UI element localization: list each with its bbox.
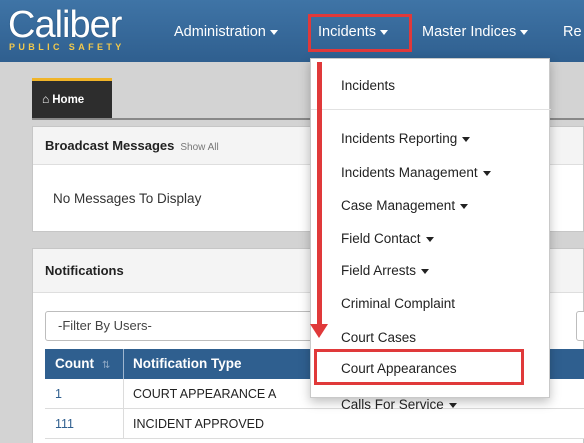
row-count[interactable]: 111 (55, 409, 74, 439)
column-count-label: Count (55, 356, 94, 371)
broadcast-title-text: Broadcast Messages (45, 138, 175, 153)
column-count[interactable]: Count ⇅ (55, 349, 110, 379)
top-navbar: Caliber PUBLIC SAFETY Administration Inc… (0, 0, 584, 62)
cell-divider (123, 379, 124, 409)
sort-icon: ⇅ (101, 360, 111, 371)
menu-item-calls-for-service[interactable]: Calls For Service (341, 393, 457, 417)
menu-item-field-contact[interactable]: Field Contact (341, 227, 434, 251)
nav-reports[interactable]: Re (563, 22, 582, 42)
column-notification-type[interactable]: Notification Type (133, 349, 242, 379)
nav-master-indices-label: Master Indices (422, 24, 517, 40)
row-notification-type: COURT APPEARANCE A (133, 387, 277, 401)
chevron-down-icon (425, 236, 434, 242)
annotation-arrow-shaft (317, 62, 322, 330)
nav-reports-label: Re (563, 24, 582, 40)
incidents-highlight-box (308, 14, 412, 52)
menu-item-label: Field Contact (341, 231, 421, 246)
tab-home[interactable]: ⌂ Home (32, 78, 112, 118)
row-notification-type: INCIDENT APPROVED (133, 417, 265, 431)
home-icon: ⌂ (42, 92, 50, 106)
chevron-down-icon (421, 268, 430, 274)
menu-item-label: Incidents Management (341, 165, 478, 180)
menu-item-label: Calls For Service (341, 397, 444, 412)
menu-item-label: Incidents Reporting (341, 131, 458, 146)
chevron-down-icon (460, 203, 469, 209)
logo-wordmark: Caliber (8, 4, 122, 46)
filter-by-users-select[interactable]: -Filter By Users- (45, 311, 315, 341)
broadcast-title: Broadcast Messages Show All (45, 138, 219, 153)
menu-item-incidents-reporting[interactable]: Incidents Reporting (341, 127, 471, 151)
logo-tagline: PUBLIC SAFETY (9, 42, 125, 52)
table-row[interactable]: 111 INCIDENT APPROVED (45, 409, 584, 439)
caliber-logo[interactable]: Caliber PUBLIC SAFETY (8, 4, 158, 58)
row-count[interactable]: 1 (55, 379, 62, 409)
menu-item-court-cases[interactable]: Court Cases (341, 326, 416, 350)
cell-divider (123, 409, 124, 439)
header-divider (123, 349, 124, 379)
chevron-down-icon (482, 170, 491, 176)
nav-administration[interactable]: Administration (174, 22, 278, 42)
nav-master-indices[interactable]: Master Indices (422, 22, 529, 42)
chevron-down-icon (462, 136, 471, 142)
no-messages-text: No Messages To Display (53, 191, 202, 206)
menu-item-incidents-management[interactable]: Incidents Management (341, 161, 491, 185)
annotation-arrow-head (310, 324, 328, 338)
chevron-down-icon (448, 402, 457, 408)
show-all-link[interactable]: Show All (180, 142, 218, 153)
menu-item-incidents[interactable]: Incidents (341, 74, 395, 98)
menu-item-case-management[interactable]: Case Management (341, 194, 469, 218)
menu-item-label: Field Arrests (341, 263, 417, 278)
menu-item-criminal-complaint[interactable]: Criminal Complaint (341, 292, 455, 316)
menu-item-field-arrests[interactable]: Field Arrests (341, 259, 430, 283)
incidents-dropdown-menu: Incidents Incidents Reporting Incidents … (310, 58, 551, 412)
notifications-title: Notifications (45, 263, 124, 278)
menu-divider (311, 109, 551, 110)
nav-administration-label: Administration (174, 24, 266, 40)
chevron-down-icon (269, 29, 278, 35)
court-appearances-highlight-box (314, 349, 524, 385)
secondary-filter-input[interactable] (576, 311, 584, 341)
tab-home-label: Home (52, 94, 85, 106)
chevron-down-icon (520, 29, 529, 35)
menu-item-label: Case Management (341, 198, 456, 213)
